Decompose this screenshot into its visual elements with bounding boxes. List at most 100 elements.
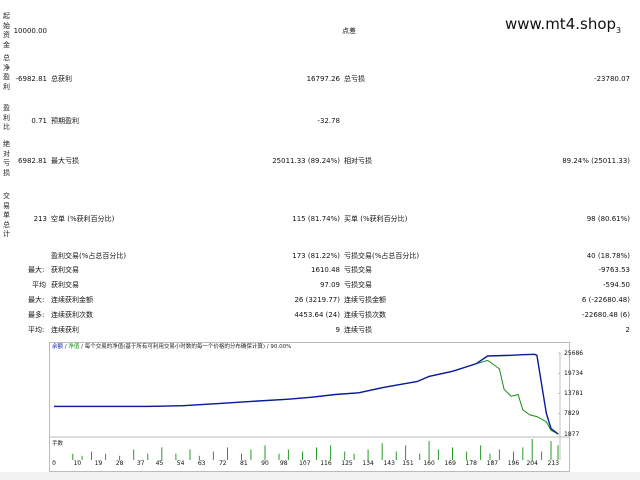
y-tick-label: 19734: [564, 369, 584, 377]
volume-bar: [395, 451, 397, 460]
stat-value-1: 1610.48: [311, 266, 340, 274]
x-tick-label: 45: [155, 460, 164, 467]
volume-bar: [466, 451, 468, 460]
balance-chart: 余额 / 净值 / 每个交易的净值(基于所有可利用交易小时数的每一个价格的分布确…: [49, 342, 570, 472]
volume-bar: [557, 445, 559, 460]
profit-factor-value: 0.71: [31, 117, 47, 125]
volume-bar: [227, 447, 228, 460]
stat-label-1: 连续获利次数: [51, 311, 93, 319]
volume-bar: [189, 449, 191, 460]
stat-prefix: 最多:: [28, 311, 45, 319]
short-positions-value: 115 (81.74%): [292, 215, 340, 223]
x-tick-label: 81: [240, 460, 248, 467]
volume-bar: [367, 449, 369, 460]
stat-value-1: 26 (3219.77): [294, 296, 340, 304]
gross-profit-label: 总获利: [51, 75, 72, 83]
y-tick-label: 25686: [564, 349, 584, 357]
x-tick-label: 143: [383, 460, 395, 467]
strategy-report-page: www.mt4.shop3 起始资金 总净盈利 盈利比 绝对亏损 交易单总计 1…: [0, 0, 640, 480]
x-tick-label: 72: [218, 460, 227, 467]
spread-label: 点差: [342, 27, 356, 35]
x-tick-label: 187: [486, 460, 499, 467]
stat-label-1: 获利交易: [51, 266, 79, 274]
stat-label-1: 连续获利: [51, 326, 79, 334]
max-drawdown-value: 25011.33 (89.24%): [272, 157, 340, 165]
x-tick-label: 54: [176, 460, 185, 467]
x-tick-label: 98: [279, 460, 288, 467]
stat-label-2: 亏损交易: [344, 266, 372, 274]
x-tick-label: 116: [320, 460, 332, 467]
series-line-balance: [54, 353, 559, 435]
stat-prefix: 平均:: [28, 326, 45, 334]
volume-bar: [522, 447, 524, 460]
volume-bar: [264, 445, 266, 460]
watermark: www.mt4.shop3: [505, 15, 622, 35]
net-profit-value: -6982.81: [15, 75, 47, 83]
stat-value-2: 6 (-22680.48): [581, 296, 630, 304]
x-tick-label: 28: [115, 460, 124, 467]
volume-bar: [287, 449, 289, 460]
stat-value-2: 40 (18.78%): [586, 252, 630, 260]
stat-prefix: 最大:: [28, 266, 45, 274]
volume-bar: [381, 443, 383, 460]
y-tick-label: 7829: [564, 410, 580, 418]
relative-drawdown-value: 89.24% (25011.33): [562, 157, 630, 165]
stat-label-2: 连续亏损: [344, 326, 372, 334]
x-tick-label: 125: [341, 460, 353, 467]
stat-label-1: 获利交易: [51, 281, 79, 289]
absolute-drawdown-value: 6982.81: [18, 157, 47, 165]
x-tick-label: 169: [444, 460, 456, 467]
volume-bar: [405, 445, 407, 460]
stat-value-2: -9763.53: [598, 266, 630, 274]
label-net-profit: 总净盈利: [3, 54, 10, 91]
x-tick-label: 151: [402, 460, 414, 467]
volume-bar: [91, 451, 92, 460]
long-positions-value: 98 (80.61%): [586, 215, 630, 223]
volume-bar: [513, 451, 514, 460]
x-tick-label: 10: [73, 460, 82, 467]
x-tick-label: 19: [94, 460, 103, 467]
volume-bar: [250, 449, 252, 460]
volume-bar: [161, 447, 163, 460]
x-tick-label: 160: [423, 460, 435, 467]
volume-bar: [353, 453, 355, 460]
total-trades-value: 213: [33, 215, 47, 223]
stat-value-1: 97.09: [319, 281, 340, 289]
initial-deposit-value: 10000.00: [13, 27, 47, 35]
stat-label-1: 盈利交易(%占总百分比): [51, 252, 127, 260]
gross-loss-label: 总亏损: [344, 75, 365, 83]
volume-bar: [498, 449, 500, 460]
volume-bar: [428, 441, 430, 460]
stat-value-1: 4453.64 (24): [294, 311, 340, 319]
x-tick-label: 0: [52, 460, 56, 467]
stat-label-2: 连续亏损金额: [344, 296, 386, 304]
x-tick-label: 196: [507, 460, 520, 467]
x-tick-label: 107: [299, 460, 311, 467]
x-tick-label: 37: [136, 460, 145, 467]
volume-bar: [316, 447, 317, 460]
volume-bar: [212, 451, 214, 460]
volume-bar: [452, 447, 453, 460]
stat-label-2: 亏损交易: [344, 281, 372, 289]
volume-bar: [531, 439, 533, 460]
x-tick-label: 63: [197, 460, 206, 467]
volume-bar: [437, 449, 439, 460]
short-positions-label: 空单 (%获利百分比): [51, 215, 115, 223]
volume-bar: [330, 445, 332, 460]
stat-value-1: 9: [335, 326, 340, 334]
max-drawdown-label: 最大亏损: [51, 157, 79, 165]
volume-bar: [302, 451, 303, 460]
stat-value-2: -594.50: [602, 281, 630, 289]
stat-value-2: -22680.48 (6): [581, 311, 630, 319]
chart-plot: [50, 352, 569, 462]
relative-drawdown-label: 相对亏损: [344, 157, 372, 165]
x-tick-label: 178: [465, 460, 477, 467]
volume-bar: [541, 451, 543, 460]
x-tick-label: 90: [261, 460, 269, 467]
expected-payoff-value: -32.78: [317, 117, 340, 125]
volume-bar: [344, 451, 346, 460]
x-tick-label: 204: [526, 460, 538, 467]
x-tick-label: 213: [547, 460, 560, 467]
stat-label-2: 亏损交易(%占总百分比): [344, 252, 420, 260]
stat-value-2: 2: [625, 326, 630, 334]
